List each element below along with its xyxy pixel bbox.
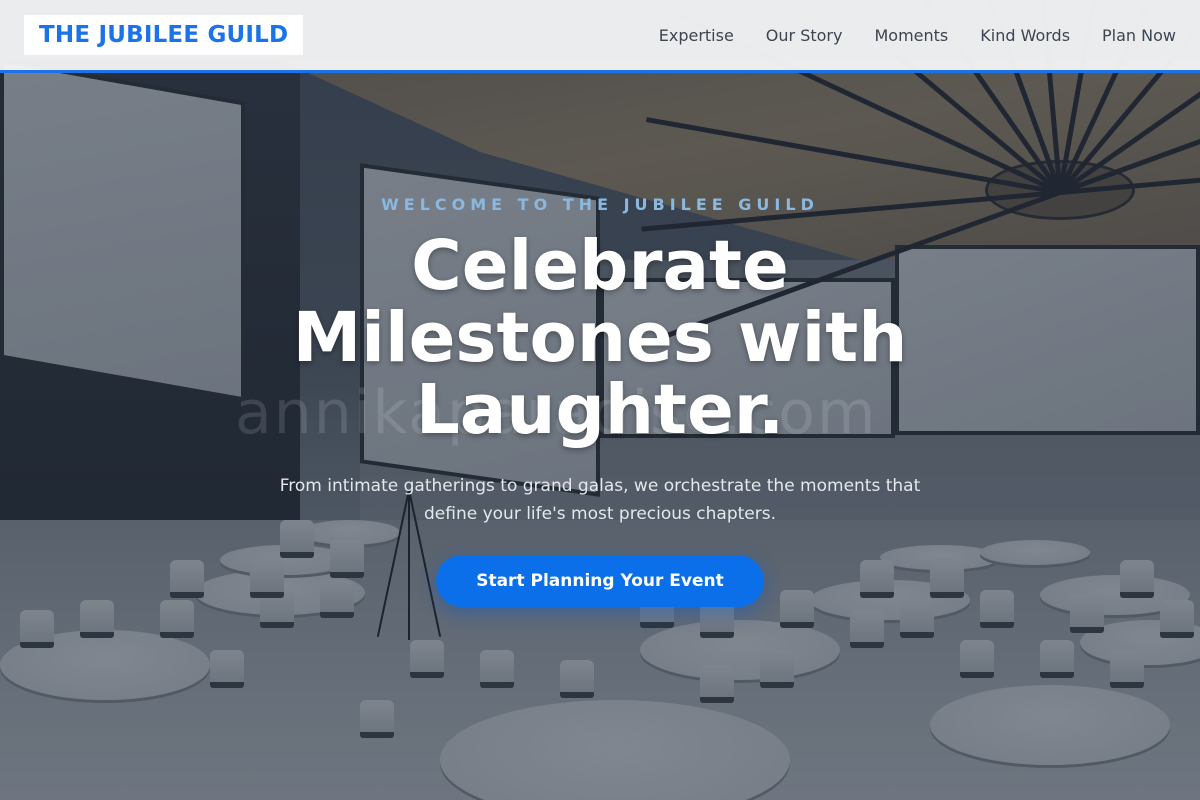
main-navigation: Expertise Our Story Moments Kind Words P… bbox=[659, 26, 1176, 45]
nav-link-plan-now[interactable]: Plan Now bbox=[1102, 26, 1176, 45]
hero-headline: Celebrate Milestones with Laughter. bbox=[292, 226, 908, 450]
nav-link-our-story[interactable]: Our Story bbox=[766, 26, 843, 45]
hero-section: WELCOME TO THE JUBILEE GUILD Celebrate M… bbox=[0, 195, 1200, 607]
nav-link-expertise[interactable]: Expertise bbox=[659, 26, 734, 45]
start-planning-button[interactable]: Start Planning Your Event bbox=[436, 555, 764, 607]
top-navbar: THE JUBILEE GUILD Expertise Our Story Mo… bbox=[0, 0, 1200, 73]
nav-link-kind-words[interactable]: Kind Words bbox=[980, 26, 1070, 45]
hero-subtext: From intimate gatherings to grand galas,… bbox=[279, 476, 921, 524]
site-logo[interactable]: THE JUBILEE GUILD bbox=[24, 15, 304, 55]
nav-link-moments[interactable]: Moments bbox=[874, 26, 948, 45]
hero-eyebrow: WELCOME TO THE JUBILEE GUILD bbox=[381, 195, 819, 214]
